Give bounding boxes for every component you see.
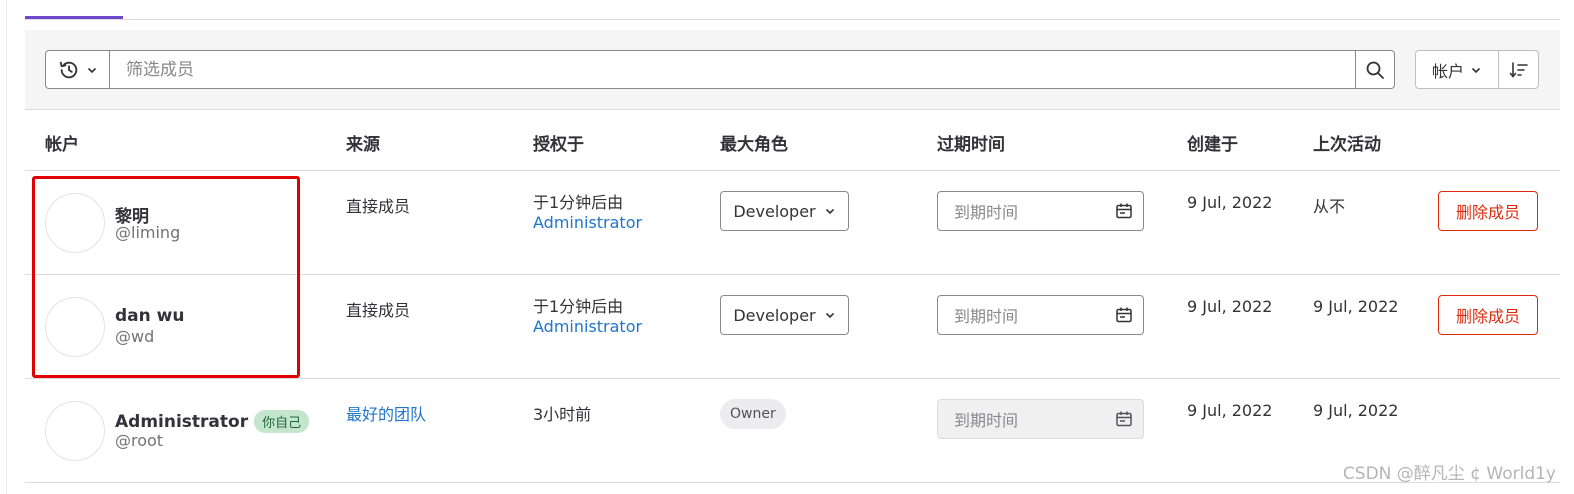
expiration-placeholder: 到期时间: [954, 411, 1019, 430]
created-date: 9 Jul, 2022: [1187, 193, 1273, 212]
table-row: dan wu @wd 直接成员 于1分钟后由 Administrator Dev…: [25, 275, 1560, 379]
filtered-search: [45, 50, 1395, 89]
granted-time: 于1分钟后由: [533, 193, 624, 212]
chevron-down-icon: [86, 64, 98, 76]
created-date: 9 Jul, 2022: [1187, 401, 1273, 420]
expiration-date-input[interactable]: 到期时间: [937, 191, 1144, 231]
members-table-header: 帐户 来源 授权于 最大角色 过期时间 创建于 上次活动: [25, 110, 1560, 171]
granted-info: 于1分钟后由 Administrator: [533, 297, 642, 337]
role-label: Developer: [733, 201, 816, 221]
granted-time: 3小时前: [533, 405, 592, 424]
role-label: Developer: [733, 305, 816, 325]
granted-info: 于1分钟后由 Administrator: [533, 193, 642, 233]
member-name-text: dan wu: [115, 306, 185, 326]
sort-direction-button[interactable]: [1499, 51, 1538, 88]
page-left-border: [6, 0, 7, 494]
member-name-text: Administrator: [115, 411, 249, 432]
member-username: @liming: [115, 223, 181, 242]
expiration-placeholder: 到期时间: [954, 307, 1019, 326]
calendar-icon: [1115, 306, 1133, 324]
column-header-last-activity: 上次活动: [1313, 135, 1381, 155]
last-activity: 从不: [1313, 197, 1346, 216]
granted-by-link[interactable]: Administrator: [533, 317, 642, 337]
table-row: Administrator 你自己 @root 最好的团队 3小时前 Owner…: [25, 379, 1560, 483]
watermark: CSDN @醉凡尘 ¢ World1y: [1342, 464, 1556, 484]
avatar[interactable]: [45, 193, 105, 253]
chevron-down-icon: [824, 309, 836, 321]
created-date: 9 Jul, 2022: [1187, 297, 1273, 316]
expiration-placeholder: 到期时间: [954, 203, 1019, 222]
recent-searches-button[interactable]: [46, 51, 110, 88]
avatar[interactable]: [45, 297, 105, 357]
calendar-icon: [1115, 410, 1133, 428]
last-activity: 9 Jul, 2022: [1313, 297, 1399, 316]
chevron-down-icon: [824, 205, 836, 217]
filter-bar: 帐户: [25, 30, 1560, 110]
chevron-down-icon: [1470, 64, 1482, 76]
search-icon: [1365, 60, 1385, 80]
expiration-date-input: 到期时间: [937, 399, 1144, 439]
granted-time: 于1分钟后由: [533, 297, 624, 316]
search-button[interactable]: [1355, 51, 1394, 88]
member-source-link[interactable]: 最好的团队: [346, 401, 426, 425]
role-dropdown[interactable]: Developer: [720, 295, 849, 335]
sort-control: 帐户: [1415, 50, 1539, 89]
calendar-icon: [1115, 202, 1133, 220]
member-source: 直接成员: [346, 197, 411, 216]
last-activity: 9 Jul, 2022: [1313, 401, 1399, 420]
tabs-underline: [25, 19, 1560, 20]
sort-direction-icon: [1509, 61, 1529, 79]
member-source: 直接成员: [346, 301, 411, 320]
member-username: @wd: [115, 327, 155, 346]
expiration-date-input[interactable]: 到期时间: [937, 295, 1144, 335]
column-header-source: 来源: [346, 135, 380, 155]
remove-member-button[interactable]: 删除成员: [1438, 191, 1538, 231]
granted-by-link[interactable]: Administrator: [533, 213, 642, 233]
member-username: @root: [115, 431, 164, 450]
remove-member-button[interactable]: 删除成员: [1438, 295, 1538, 335]
table-row: 黎明 @liming 直接成员 于1分钟后由 Administrator Dev…: [25, 171, 1560, 275]
active-tab-indicator: [25, 16, 123, 19]
member-name[interactable]: dan wu: [115, 306, 184, 326]
search-input[interactable]: [110, 51, 1355, 88]
role-dropdown[interactable]: Developer: [720, 191, 849, 231]
avatar[interactable]: [45, 401, 105, 461]
column-header-granted: 授权于: [533, 135, 584, 155]
self-badge: 你自己: [254, 410, 310, 433]
column-header-expiration: 过期时间: [937, 135, 1005, 155]
role-badge: Owner: [720, 399, 786, 429]
column-header-account: 帐户: [45, 135, 79, 155]
column-header-max-role: 最大角色: [720, 135, 788, 155]
history-icon: [58, 59, 80, 81]
member-name[interactable]: Administrator 你自己: [115, 410, 310, 433]
sort-field-dropdown[interactable]: 帐户: [1416, 51, 1499, 88]
column-header-created: 创建于: [1187, 135, 1238, 155]
sort-field-label: 帐户: [1431, 61, 1464, 81]
